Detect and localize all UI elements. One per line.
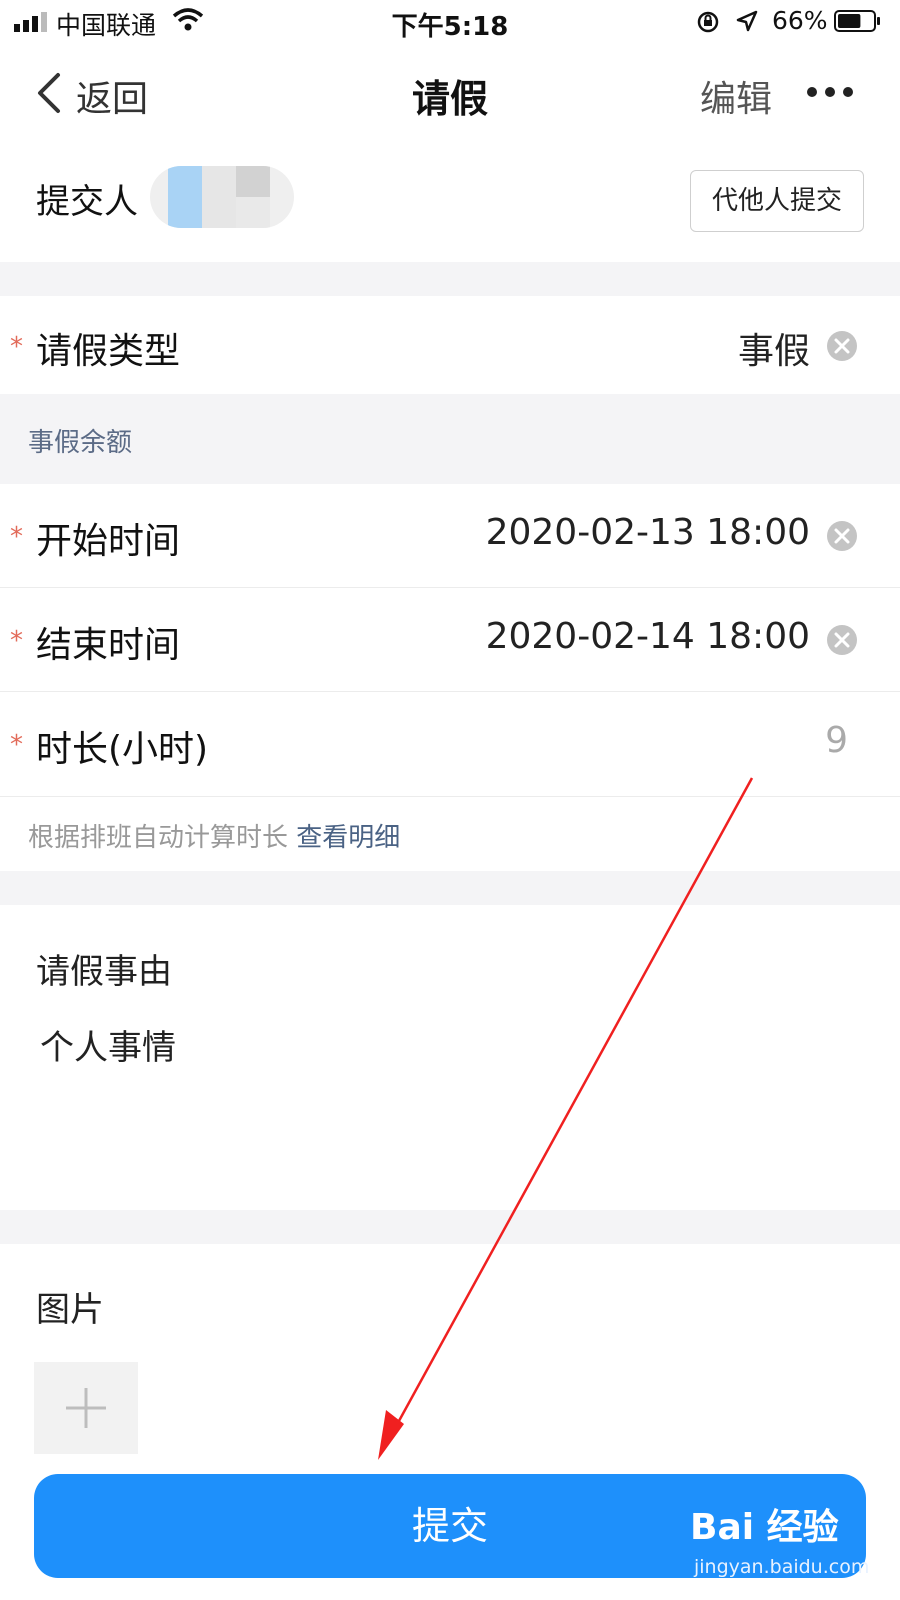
- watermark-brand: Bai 经验: [690, 1507, 839, 1548]
- end-time-value: 2020-02-14 18:00: [485, 616, 810, 657]
- required-marker: *: [10, 332, 23, 362]
- end-time-row[interactable]: * 结束时间 2020-02-14 18:00: [0, 588, 900, 692]
- section-divider: [0, 1210, 900, 1244]
- plus-icon: [66, 1388, 106, 1428]
- duration-label: 时长(小时): [36, 729, 209, 770]
- duration-value: 9: [825, 720, 848, 761]
- battery-icon: [834, 10, 880, 32]
- status-time: 下午5:18: [391, 12, 509, 42]
- end-time-label: 结束时间: [36, 625, 181, 666]
- leave-balance-strip: 事假余额: [0, 394, 900, 484]
- reason-textarea[interactable]: 个人事情: [40, 1020, 176, 1069]
- more-icon[interactable]: [806, 86, 854, 98]
- section-divider: [0, 262, 900, 296]
- submit-for-others-button[interactable]: 代他人提交: [690, 170, 864, 232]
- images-label: 图片: [36, 1290, 104, 1330]
- leave-type-row[interactable]: * 请假类型 事假: [0, 296, 900, 394]
- leave-type-value: 事假: [737, 331, 810, 372]
- start-time-row[interactable]: * 开始时间 2020-02-13 18:00: [0, 484, 900, 588]
- submitter-avatar: [150, 166, 294, 228]
- start-time-label: 开始时间: [36, 521, 181, 562]
- required-marker: *: [10, 730, 23, 760]
- status-bar: 中国联通 下午5:18 66%: [0, 0, 900, 44]
- reason-label: 请假事由: [36, 952, 172, 992]
- add-image-button[interactable]: [34, 1362, 138, 1454]
- duration-row[interactable]: * 时长(小时) 9: [0, 692, 900, 797]
- edit-button[interactable]: 编辑: [700, 70, 772, 122]
- clear-icon[interactable]: [826, 624, 858, 656]
- rotation-lock-icon: [697, 11, 719, 33]
- leave-balance-text: 事假余额: [28, 428, 133, 458]
- submitter-label: 提交人: [36, 182, 138, 222]
- clear-icon[interactable]: [826, 330, 858, 362]
- view-details-link[interactable]: 查看明细: [296, 823, 400, 853]
- required-marker: *: [10, 522, 23, 552]
- auto-calc-note: 根据排班自动计算时长 查看明细: [0, 797, 900, 871]
- navigation-bar: 返回 请假 编辑: [0, 50, 900, 134]
- watermark-site: jingyan.baidu.com: [694, 1556, 870, 1578]
- location-icon: [736, 10, 758, 32]
- battery-percent: 66%: [772, 6, 828, 35]
- leave-type-label: 请假类型: [36, 331, 181, 372]
- start-time-value: 2020-02-13 18:00: [485, 512, 810, 553]
- baidu-jingyan-watermark: Bai 经验 jingyan.baidu.com: [690, 1498, 890, 1588]
- required-marker: *: [10, 626, 23, 656]
- clear-icon[interactable]: [826, 520, 858, 552]
- section-divider: [0, 871, 900, 905]
- auto-calc-text: 根据排班自动计算时长 查看明细: [28, 823, 401, 853]
